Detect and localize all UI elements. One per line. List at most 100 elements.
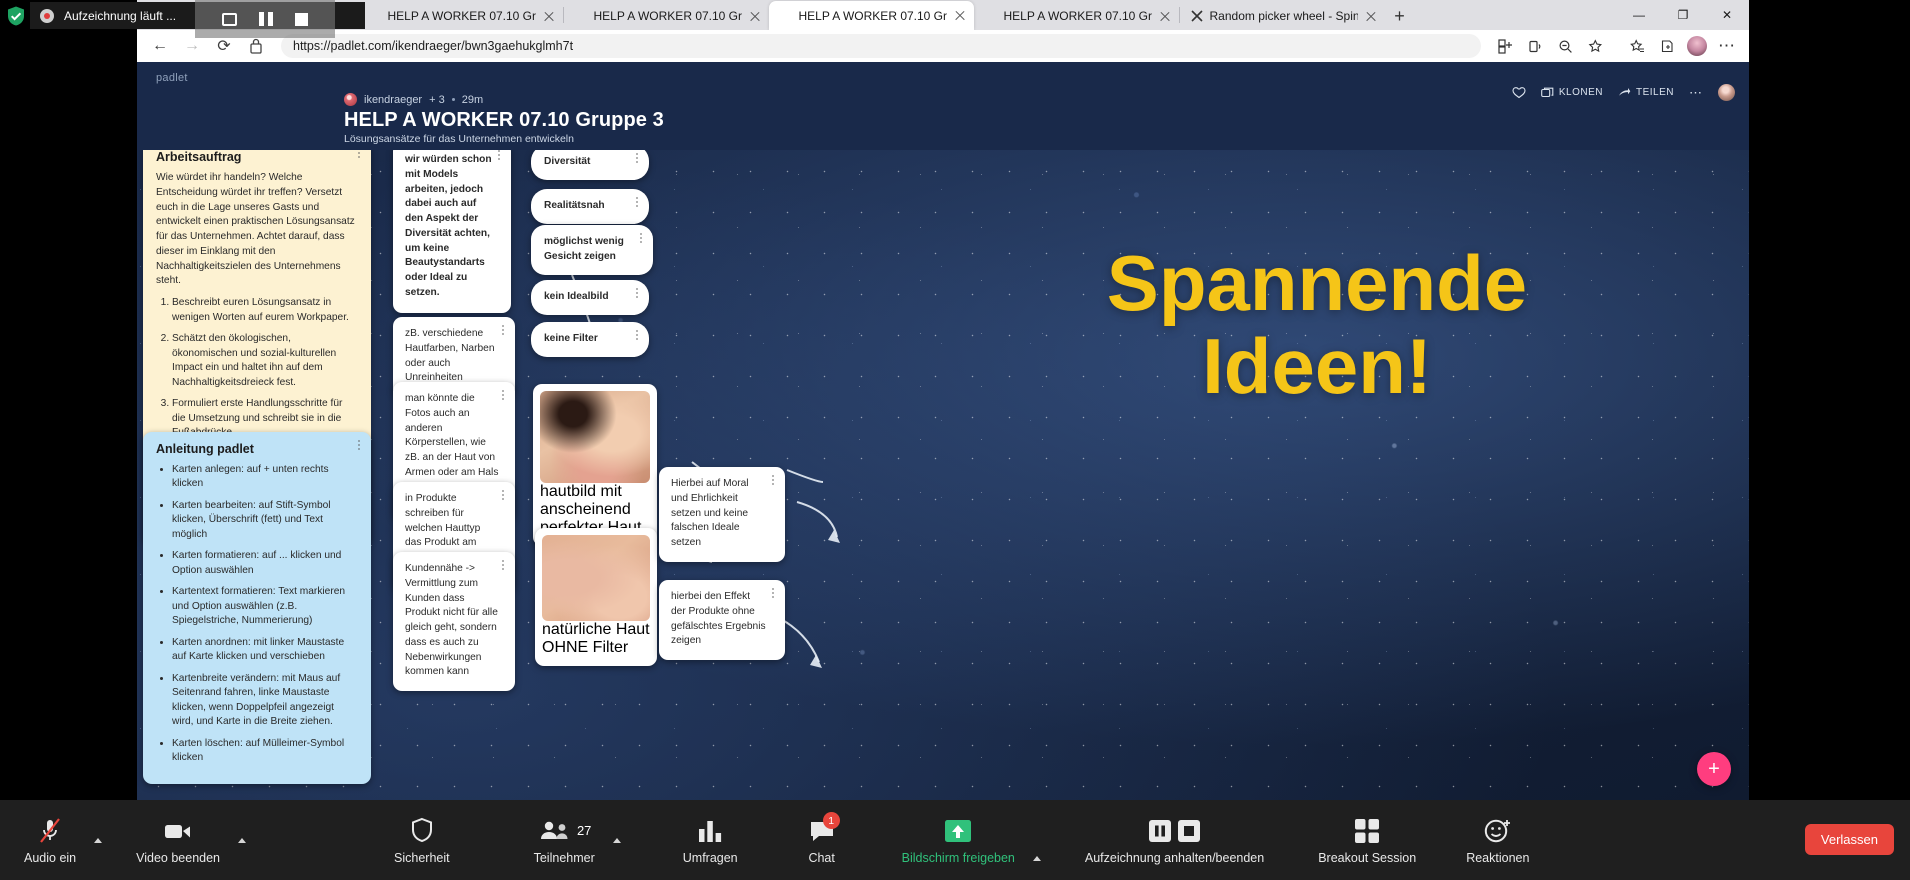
card-bullet: Karten bearbeiten: auf Stift-Symbol klic…	[172, 499, 358, 542]
card-bullet: Karten anordnen: mit linker Maustaste au…	[172, 636, 358, 665]
close-tab-icon[interactable]	[953, 9, 967, 23]
close-tab-icon[interactable]	[1364, 9, 1378, 23]
toolbar-item-share-screen[interactable]: Bildschirm freigeben	[890, 800, 1027, 880]
favorites-icon[interactable]	[1623, 33, 1651, 59]
card-menu-icon[interactable]	[768, 473, 778, 487]
card-menu-icon[interactable]	[498, 488, 508, 502]
collections-icon[interactable]	[1653, 33, 1681, 59]
zoom-out-icon[interactable]	[1551, 33, 1579, 59]
browser-tab-2[interactable]: HELP A WORKER 07.10 Grupp	[564, 2, 769, 85]
toolbar-label-security: Sicherheit	[394, 850, 450, 865]
card-bullet: Karten anlegen: auf + unten rechts klick…	[172, 463, 358, 492]
browser-tab-5[interactable]: Random picker wheel - Spin t	[1180, 2, 1385, 30]
read-aloud-icon[interactable]	[1521, 33, 1549, 59]
url-text: https://padlet.com/ikendraeger/bwn3gaehu…	[293, 39, 574, 53]
favorite-button[interactable]	[1512, 86, 1526, 99]
browser-tab-3-active[interactable]: HELP A WORKER 07.10 Grupp	[768, 1, 974, 85]
clone-label: KLONEN	[1558, 87, 1603, 98]
add-post-button[interactable]: +	[1697, 752, 1731, 786]
leave-meeting-button[interactable]: Verlassen	[1804, 824, 1894, 855]
card-menu-icon[interactable]	[636, 231, 646, 245]
more-options-button[interactable]: ⋯	[1689, 85, 1703, 101]
share-icon	[1618, 87, 1631, 96]
recording-label: Aufzeichnung läuft ...	[64, 8, 177, 23]
card-text: keine Filter	[544, 333, 598, 344]
hero-line-1: Spannende	[1106, 239, 1528, 327]
card-chip-kein-idealbild[interactable]: kein Idealbild	[531, 280, 649, 315]
settings-more-icon[interactable]: ⋯	[1713, 33, 1741, 59]
chevron-up-icon	[612, 837, 621, 843]
toolbar-item-polls[interactable]: Umfragen	[671, 800, 750, 880]
close-tab-icon[interactable]	[1158, 9, 1172, 23]
card-chip-keine-filter[interactable]: keine Filter	[531, 322, 649, 357]
card-menu-icon[interactable]	[632, 151, 642, 165]
card-kundennaehe-note[interactable]: Kundennähe -> Vermittlung zum Kunden das…	[393, 552, 515, 692]
browser-tab-1[interactable]: HELP A WORKER 07.10 Grupp	[358, 2, 563, 85]
video-group: Video beenden	[124, 800, 252, 880]
card-menu-icon[interactable]	[498, 558, 508, 572]
toolbar-item-reactions[interactable]: Reaktionen	[1454, 800, 1541, 880]
audio-options-caret[interactable]	[88, 800, 108, 880]
photo-natural-skin	[542, 535, 650, 621]
card-moral-note[interactable]: Hierbei auf Moral und Ehrlichkeit setzen…	[659, 467, 785, 562]
padlet-subtitle: Lösungsansätze für das Unternehmen entwi…	[344, 133, 574, 145]
card-models-note[interactable]: wir würden schon mit Models arbeiten, je…	[393, 142, 511, 313]
toolbar-item-audio[interactable]: Audio ein	[12, 800, 88, 880]
floating-share-controls	[195, 0, 335, 38]
tab-title: HELP A WORKER 07.10 Grupp	[1003, 9, 1152, 23]
profile-avatar-icon[interactable]	[1687, 36, 1707, 56]
card-anleitung-padlet[interactable]: Anleitung padlet Karten anlegen: auf + u…	[143, 432, 371, 784]
card-menu-icon[interactable]	[354, 438, 364, 452]
browser-tab-4[interactable]: HELP A WORKER 07.10 Grupp	[974, 2, 1179, 85]
toolbar-item-participants[interactable]: 27 Teilnehmer	[522, 800, 607, 880]
clone-button[interactable]: KLONEN	[1541, 87, 1603, 99]
video-options-caret[interactable]	[232, 800, 252, 880]
padlet-user-avatar[interactable]	[1718, 84, 1735, 101]
toolbar-item-chat[interactable]: 1 Chat	[796, 800, 848, 880]
toolbar-item-breakout[interactable]: Breakout Session	[1306, 800, 1428, 880]
padlet-logo[interactable]: padlet	[156, 72, 188, 84]
meta-dot	[451, 98, 455, 101]
card-menu-icon[interactable]	[498, 323, 508, 337]
card-menu-icon[interactable]	[632, 195, 642, 209]
card-chip-wenig-gesicht[interactable]: möglichst wenig Gesicht zeigen	[531, 225, 653, 275]
toolbar-item-security[interactable]: Sicherheit	[382, 800, 462, 880]
stop-recording-icon[interactable]	[295, 12, 308, 26]
toolbar-item-recording[interactable]: Aufzeichnung anhalten/beenden	[1073, 800, 1276, 880]
url-bar[interactable]: https://padlet.com/ikendraeger/bwn3gaehu…	[281, 34, 1481, 58]
card-text: kein Idealbild	[544, 291, 609, 302]
toolbar-item-video[interactable]: Video beenden	[124, 800, 232, 880]
close-window-button[interactable]: ✕	[1705, 0, 1749, 30]
add-favorite-icon[interactable]	[1581, 33, 1609, 59]
card-menu-icon[interactable]	[768, 586, 778, 600]
audio-group: Audio ein	[12, 800, 108, 880]
photo-perfect-skin	[540, 391, 650, 483]
toolbar-label-recording: Aufzeichnung anhalten/beenden	[1084, 850, 1265, 865]
pause-recording-icon[interactable]	[259, 12, 273, 26]
share-button[interactable]: TEILEN	[1618, 87, 1674, 99]
collaborator-count: + 3	[429, 93, 445, 106]
card-effekt-note[interactable]: hierbei den Effekt der Produkte ohne gef…	[659, 580, 785, 661]
card-menu-icon[interactable]	[632, 286, 642, 300]
close-tab-icon[interactable]	[542, 9, 556, 23]
card-bullet: Karten formatieren: auf ... klicken und …	[172, 549, 358, 578]
card-photo-natural-skin[interactable]: natürliche Haut OHNE Filter	[535, 528, 657, 666]
card-chip-realitaetsnah[interactable]: Realitätsnah	[531, 189, 649, 224]
card-title: Arbeitsauftrag	[156, 150, 242, 164]
back-button[interactable]: ←	[145, 32, 175, 60]
new-tab-button[interactable]: +	[1385, 2, 1415, 30]
card-chip-diversitaet[interactable]: Diversität	[531, 145, 649, 180]
participants-options-caret[interactable]	[607, 800, 627, 880]
wheel-favicon-icon	[1190, 9, 1204, 23]
close-tab-icon[interactable]	[748, 9, 762, 23]
toolbar-label-audio: Audio ein	[24, 850, 77, 865]
card-photo-perfect-skin[interactable]: hautbild mit anscheinend perfekter Haut	[533, 384, 657, 546]
share-options-caret[interactable]	[1027, 818, 1047, 880]
split-screen-icon[interactable]	[1491, 33, 1519, 59]
hero-text: Spannende Ideen!	[1037, 242, 1597, 407]
card-menu-icon[interactable]	[632, 328, 642, 342]
maximize-button[interactable]: ❐	[1661, 0, 1705, 30]
card-menu-icon[interactable]	[494, 148, 504, 162]
card-menu-icon[interactable]	[498, 388, 508, 402]
minimize-button[interactable]: —	[1617, 0, 1661, 30]
